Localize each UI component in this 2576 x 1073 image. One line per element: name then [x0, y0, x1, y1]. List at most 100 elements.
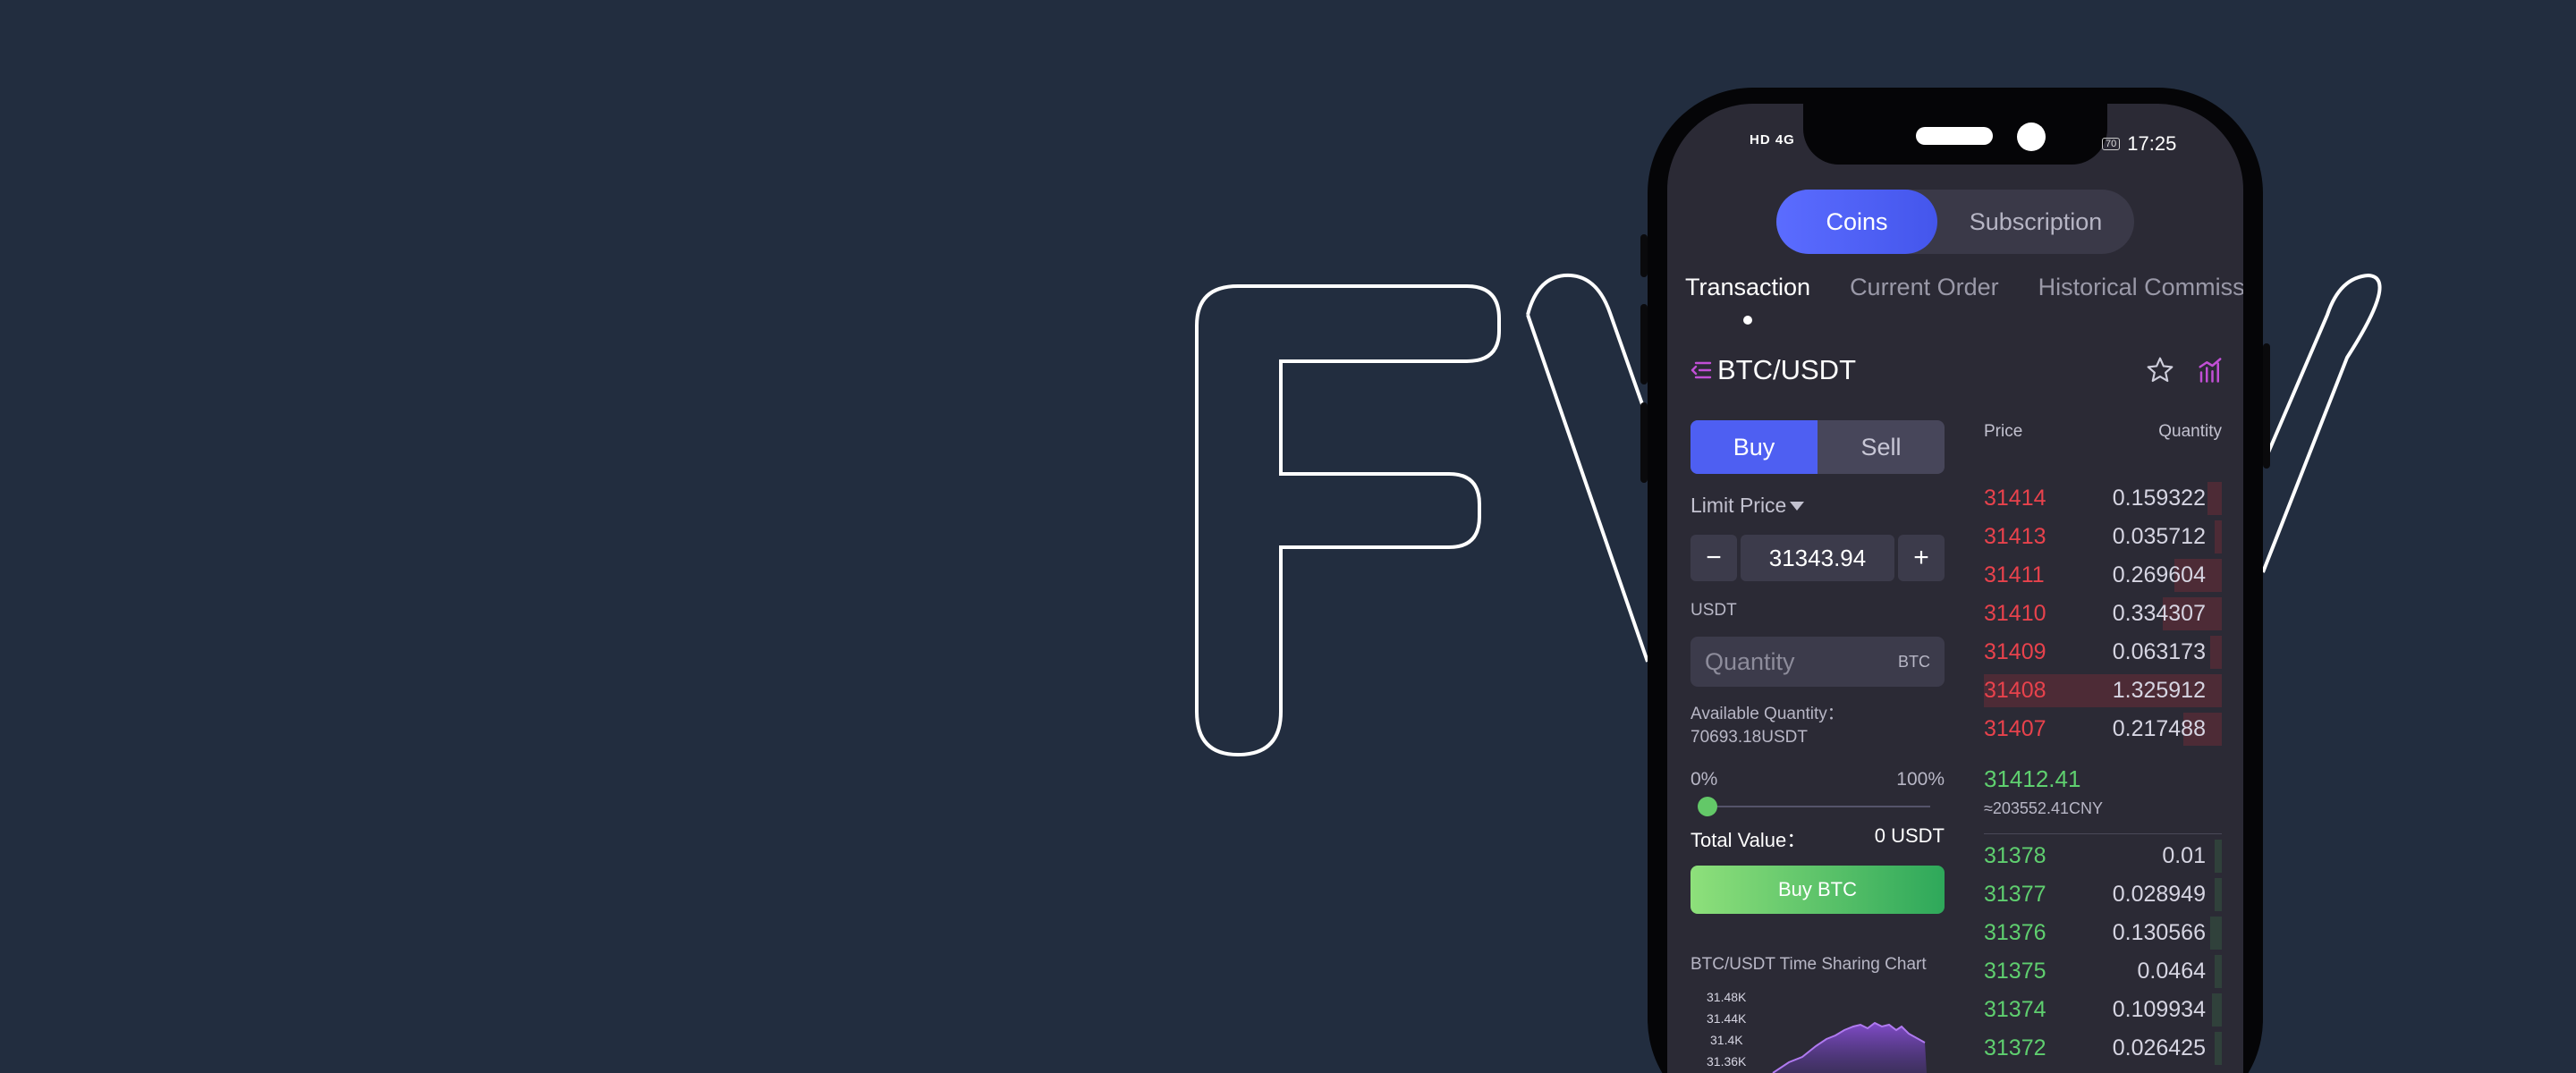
tab-current-order[interactable]: Current Order — [1850, 274, 1999, 301]
favorite-star-icon[interactable] — [2145, 356, 2175, 384]
order-price: 31376 — [1984, 920, 2046, 945]
order-book-divider — [1984, 833, 2222, 834]
total-value: 0 USDT — [1874, 824, 1945, 847]
order-quantity: 0.01 — [2162, 843, 2206, 868]
ask-order-row[interactable]: 31411 0.269604 — [1984, 556, 2222, 595]
order-quantity: 0.269604 — [2112, 562, 2206, 587]
price-area — [1773, 1023, 1927, 1073]
pct-max-label: 100% — [1896, 769, 1945, 790]
order-quantity: 0.035712 — [2112, 524, 2206, 549]
order-type-label: Limit Price — [1690, 494, 1787, 517]
last-price: 31412.41 — [1984, 765, 2081, 792]
caret-down-icon — [1790, 501, 1805, 511]
bid-order-row[interactable]: 31374 0.109934 — [1984, 991, 2222, 1029]
order-price: 31377 — [1984, 882, 2046, 907]
order-type-dropdown[interactable]: Limit Price — [1690, 494, 1805, 518]
order-quantity: 0.109934 — [2112, 997, 2206, 1022]
pct-min-label: 0% — [1690, 769, 1718, 790]
amount-slider-track[interactable] — [1707, 806, 1930, 807]
buy-tab[interactable]: Buy — [1690, 420, 1818, 474]
chart-icon[interactable] — [2197, 356, 2224, 384]
order-price: 31378 — [1984, 843, 2046, 868]
bid-orders: 31378 0.01 31377 0.028949 31376 0.130566 31375… — [1984, 837, 2222, 1068]
chart-y-tick: 31.44K — [1707, 1011, 1747, 1026]
bid-order-row[interactable]: 31372 0.026425 — [1984, 1029, 2222, 1068]
order-price: 31414 — [1984, 486, 2046, 511]
chart-y-tick: 31.36K — [1707, 1054, 1747, 1069]
price-stepper: − 31343.94 + — [1690, 535, 1945, 581]
battery-icon: 70 — [2102, 138, 2121, 150]
price-increment-button[interactable]: + — [1898, 535, 1945, 581]
quantity-column-header: Quantity — [2158, 422, 2222, 441]
depth-bar — [2207, 482, 2222, 515]
ask-order-row[interactable]: 31409 0.063173 — [1984, 633, 2222, 672]
order-quantity: 1.325912 — [2112, 678, 2206, 703]
quantity-placeholder: Quantity — [1705, 647, 1795, 675]
bid-order-row[interactable]: 31375 0.0464 — [1984, 952, 2222, 991]
ask-order-row[interactable]: 31414 0.159322 — [1984, 479, 2222, 518]
order-quantity: 0.130566 — [2112, 920, 2206, 945]
chart-y-tick: 31.48K — [1707, 990, 1747, 1004]
amount-slider-handle[interactable] — [1698, 797, 1717, 816]
status-network: HD 4G — [1750, 132, 1795, 148]
pair-name: BTC/USDT — [1717, 354, 1856, 385]
depth-bar — [2215, 955, 2222, 988]
segment-subscription[interactable]: Subscription — [1937, 190, 2134, 254]
order-price: 31372 — [1984, 1035, 2046, 1060]
order-price: 31375 — [1984, 959, 2046, 984]
ask-order-row[interactable]: 31407 0.217488 — [1984, 710, 2222, 748]
depth-bar — [2209, 636, 2222, 669]
segment-coins[interactable]: Coins — [1776, 190, 1937, 254]
time-sharing-chart-title: BTC/USDT Time Sharing Chart — [1690, 955, 1927, 974]
tab-transaction[interactable]: Transaction — [1685, 274, 1810, 301]
order-quantity: 0.334307 — [2112, 601, 2206, 626]
phone-volume-up — [1640, 304, 1648, 384]
price-input[interactable]: 31343.94 — [1741, 535, 1894, 581]
phone-side-button — [1640, 234, 1648, 277]
ask-order-row[interactable]: 31413 0.035712 — [1984, 518, 2222, 556]
market-type-segment: Coins Subscription — [1776, 190, 2134, 254]
ask-order-row[interactable]: 31410 0.334307 — [1984, 595, 2222, 633]
order-price: 31407 — [1984, 716, 2046, 741]
buy-btc-button[interactable]: Buy BTC — [1690, 866, 1945, 914]
order-quantity: 0.026425 — [2112, 1035, 2206, 1060]
pair-header: BTC/USDT — [1690, 354, 2224, 386]
order-price: 31411 — [1984, 562, 2045, 587]
depth-bar — [2215, 878, 2222, 911]
order-price: 31408 — [1984, 678, 2046, 703]
chart-y-tick: 31.4K — [1710, 1033, 1743, 1047]
menu-list-icon[interactable] — [1690, 360, 1712, 380]
status-time: 17:25 — [2127, 132, 2177, 155]
depth-bar — [2215, 840, 2222, 873]
order-price: 31410 — [1984, 601, 2046, 626]
order-quantity: 0.0464 — [2137, 959, 2206, 984]
phone-volume-down — [1640, 402, 1648, 483]
price-decrement-button[interactable]: − — [1690, 535, 1737, 581]
active-tab-indicator — [1743, 316, 1752, 325]
sell-tab[interactable]: Sell — [1818, 420, 1945, 474]
phone-speaker — [1916, 127, 1993, 145]
depth-bar — [2209, 917, 2222, 950]
tab-historical-commission[interactable]: Historical Commission — [2038, 274, 2243, 301]
phone-power-button — [2263, 343, 2270, 469]
last-price-cny: ≈203552.41CNY — [1984, 799, 2103, 817]
order-quantity: 0.217488 — [2112, 716, 2206, 741]
bid-order-row[interactable]: 31378 0.01 — [1984, 837, 2222, 875]
total-label: Total Value： — [1690, 829, 1807, 851]
available-label: Available Quantity： — [1690, 705, 1844, 723]
available-quantity: Available Quantity： 70693.18USDT — [1690, 703, 1844, 749]
quantity-field[interactable]: Quantity BTC — [1690, 637, 1945, 687]
bid-order-row[interactable]: 31376 0.130566 — [1984, 914, 2222, 952]
bid-order-row[interactable]: 31377 0.028949 — [1984, 875, 2222, 914]
price-unit-label: USDT — [1690, 601, 1737, 620]
ask-order-row[interactable]: 31408 1.325912 — [1984, 672, 2222, 710]
order-quantity: 0.028949 — [2112, 882, 2206, 907]
order-price: 31374 — [1984, 997, 2046, 1022]
order-quantity: 0.063173 — [2112, 639, 2206, 664]
depth-bar — [2215, 520, 2222, 553]
depth-bar — [2212, 993, 2222, 1027]
buy-sell-toggle: Buy Sell — [1690, 420, 1945, 474]
order-book-header: Price Quantity — [1984, 422, 2222, 442]
status-right: 70 17:25 — [2102, 132, 2176, 156]
order-tabs: Transaction Current Order Historical Com… — [1685, 274, 2243, 301]
